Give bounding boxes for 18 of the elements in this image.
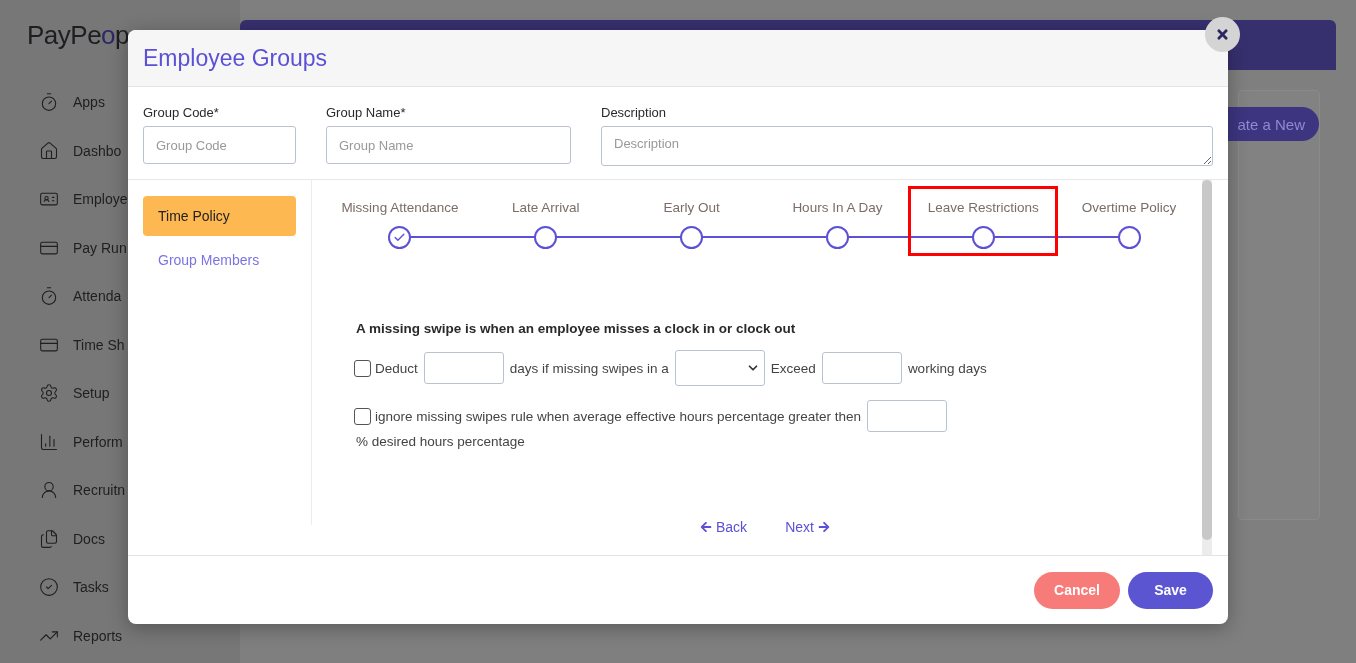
step-label: Missing Attendance	[341, 200, 459, 215]
field-label: Group Code*	[143, 105, 220, 120]
logo: PayPeop	[27, 20, 130, 51]
field-label: Group Name*	[326, 105, 407, 120]
rule-text: % desired hours percentage	[356, 434, 526, 449]
step-label: Leave Restrictions	[927, 200, 1039, 215]
rule-text: Exceed	[770, 360, 816, 376]
rule-text: ignore missing swipes rule when average effective hours percentage greater then	[375, 408, 862, 424]
policy-heading: A missing swipe is when an employee misses a clock in or clock out	[356, 321, 797, 336]
field-label: Description	[601, 105, 668, 120]
rule-text: Deduct	[375, 360, 418, 376]
rule-text: working days	[907, 360, 987, 376]
step-label: Overtime Policy	[1081, 200, 1177, 215]
step-label: Early Out	[663, 200, 720, 215]
step-label: Late Arrival	[511, 200, 580, 215]
dialog-title: Employee Groups	[143, 44, 328, 72]
step-label: Hours In A Day	[792, 200, 883, 215]
rule-text: days if missing swipes in a	[509, 360, 669, 376]
